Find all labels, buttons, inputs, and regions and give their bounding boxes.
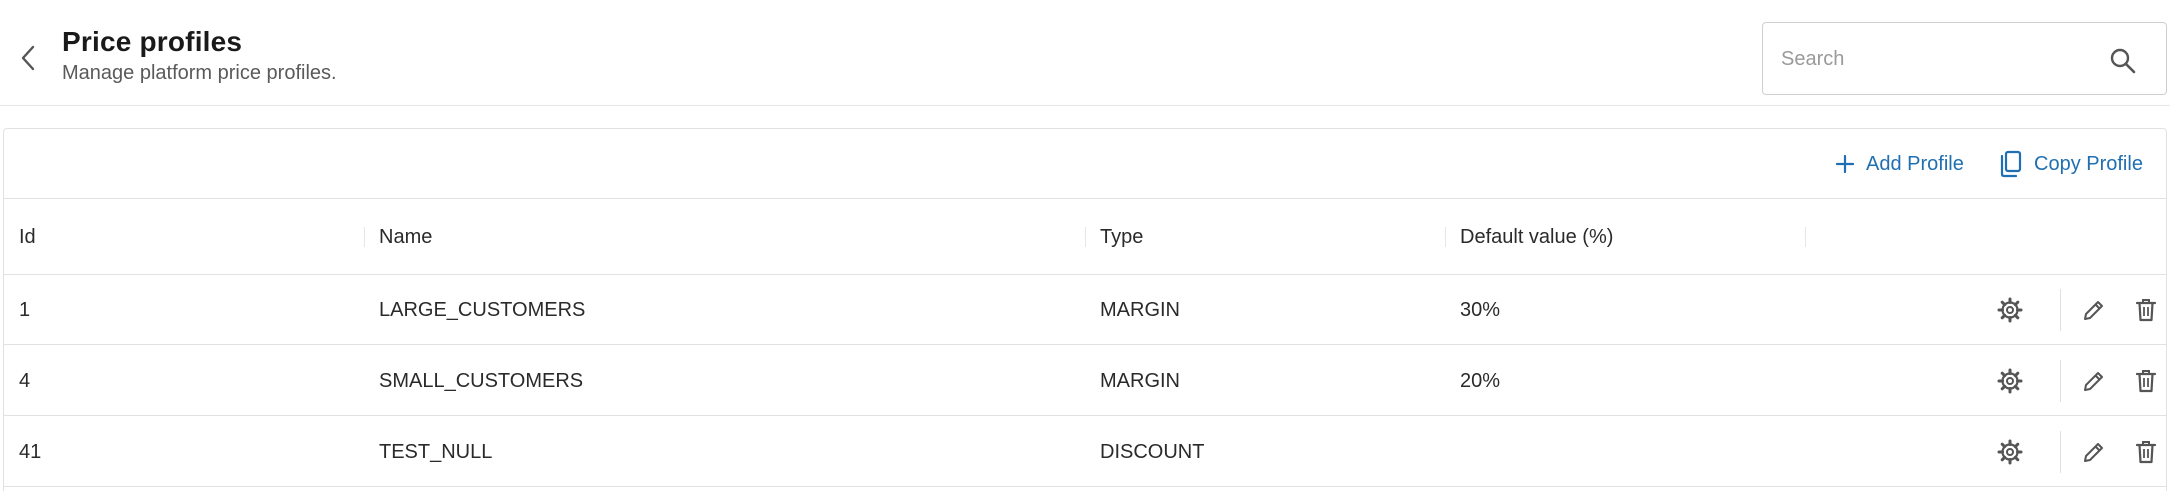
settings-button[interactable] xyxy=(1994,436,2026,468)
pencil-icon xyxy=(2084,443,2103,462)
page-subtitle: Manage platform price profiles. xyxy=(62,62,337,84)
cell-name: SMALL_CUSTOMERS xyxy=(379,369,584,392)
delete-button[interactable] xyxy=(2130,294,2162,326)
settings-button[interactable] xyxy=(1994,294,2026,326)
search-input[interactable] xyxy=(1781,43,2101,75)
trash-icon xyxy=(2135,299,2157,322)
column-divider xyxy=(1805,227,1806,247)
page-header: Price profiles Manage platform price pro… xyxy=(0,0,2170,106)
search-button[interactable] xyxy=(2103,41,2143,81)
table-row[interactable]: 4 SMALL_CUSTOMERS MARGIN 20% xyxy=(4,346,2166,416)
cell-id: 1 xyxy=(19,298,31,321)
cell-default-value: 20% xyxy=(1460,369,1501,392)
delete-button[interactable] xyxy=(2130,365,2162,397)
gear-icon xyxy=(1997,439,2023,465)
table-toolbar: Add Profile Copy Profile xyxy=(4,129,2166,199)
action-divider xyxy=(2060,360,2061,402)
row-actions xyxy=(1976,275,2166,345)
edit-button[interactable] xyxy=(2078,436,2110,468)
cell-name: TEST_NULL xyxy=(379,440,493,463)
back-button[interactable] xyxy=(14,40,42,76)
table-row[interactable]: 41 TEST_NULL DISCOUNT xyxy=(4,417,2166,487)
column-divider xyxy=(1085,227,1086,247)
trash-icon xyxy=(2135,441,2157,464)
add-profile-label: Add Profile xyxy=(1866,152,1964,175)
plus-icon xyxy=(1836,155,1854,173)
column-header-type[interactable]: Type xyxy=(1100,199,1143,275)
cell-id: 41 xyxy=(19,440,42,463)
row-actions xyxy=(1976,417,2166,487)
chevron-left-icon xyxy=(21,45,35,71)
cell-name: LARGE_CUSTOMERS xyxy=(379,298,586,321)
action-divider xyxy=(2060,289,2061,331)
profiles-card: Add Profile Copy Profile Id Name Type De… xyxy=(3,128,2167,491)
cell-type: DISCOUNT xyxy=(1100,440,1205,463)
column-header-id[interactable]: Id xyxy=(19,199,36,275)
column-divider xyxy=(1445,227,1446,247)
pencil-icon xyxy=(2084,372,2103,391)
edit-button[interactable] xyxy=(2078,294,2110,326)
edit-button[interactable] xyxy=(2078,365,2110,397)
pencil-icon xyxy=(2084,301,2103,320)
search-box xyxy=(1762,22,2167,95)
cell-default-value: 30% xyxy=(1460,298,1501,321)
row-actions xyxy=(1976,346,2166,416)
search-icon xyxy=(2110,48,2136,74)
gear-icon xyxy=(1997,368,2023,394)
column-header-name[interactable]: Name xyxy=(379,199,432,275)
copy-icon xyxy=(2000,150,2022,178)
settings-button[interactable] xyxy=(1994,365,2026,397)
column-divider xyxy=(364,227,365,247)
cell-id: 4 xyxy=(19,369,31,392)
cell-type: MARGIN xyxy=(1100,298,1180,321)
delete-button[interactable] xyxy=(2130,436,2162,468)
add-profile-button[interactable]: Add Profile xyxy=(1836,147,1964,181)
gear-icon xyxy=(1997,297,2023,323)
cell-type: MARGIN xyxy=(1100,369,1180,392)
column-header-default-value[interactable]: Default value (%) xyxy=(1460,199,1613,275)
table-row[interactable]: 1 LARGE_CUSTOMERS MARGIN 30% xyxy=(4,275,2166,345)
table-header: Id Name Type Default value (%) xyxy=(4,199,2166,275)
page-title: Price profiles xyxy=(62,26,243,57)
copy-profile-button[interactable]: Copy Profile xyxy=(1998,147,2143,181)
copy-profile-label: Copy Profile xyxy=(2034,152,2143,175)
action-divider xyxy=(2060,431,2061,473)
trash-icon xyxy=(2135,370,2157,393)
